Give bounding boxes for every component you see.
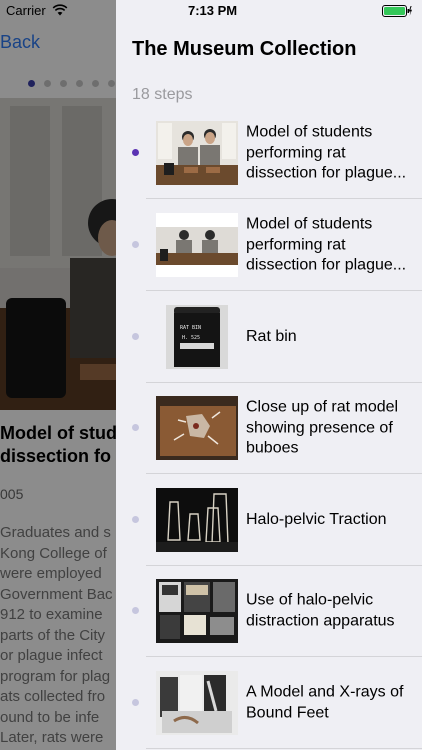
step-label: Use of halo-pelvic distraction apparatus: [246, 591, 395, 630]
step-label: Model of students performing rat dissect…: [246, 123, 407, 182]
panel-title: The Museum Collection: [132, 38, 357, 60]
step-row[interactable]: Model of students performing rat dissect…: [116, 199, 422, 291]
status-time: 7:13 PM: [188, 3, 238, 18]
students-dissection-photo: [156, 121, 238, 185]
step-row[interactable]: RAT BIN H. 525 Rat bin: [116, 291, 422, 383]
svg-text:H. 525: H. 525: [182, 335, 200, 341]
rat-model-photo: [156, 396, 238, 460]
step-row[interactable]: Close up of rat model showing presence o…: [116, 382, 422, 474]
step-bullet: [132, 241, 139, 248]
step-bullet: [132, 424, 139, 431]
step-row[interactable]: A Model and X-rays of Bound Feet: [116, 657, 422, 749]
collection-panel: 7:13 PM The Museum Collection 18 steps M…: [116, 0, 422, 750]
step-bullet: [132, 516, 139, 523]
step-bullet: [132, 607, 139, 614]
halo-traction-photo: [156, 488, 238, 552]
step-row[interactable]: Model of students performing rat dissect…: [116, 107, 422, 199]
rat-bin-photo: RAT BIN H. 525: [156, 305, 238, 369]
current-step-bullet: [132, 149, 139, 156]
step-bullet: [132, 699, 139, 706]
step-label: Halo-pelvic Traction: [246, 510, 387, 528]
step-row[interactable]: Halo-pelvic Traction: [116, 474, 422, 566]
svg-text:RAT BIN: RAT BIN: [180, 325, 201, 331]
step-bullet: [132, 333, 139, 340]
battery-icon: [382, 5, 412, 17]
step-row[interactable]: Use of halo-pelvic distraction apparatus: [116, 565, 422, 657]
step-label: Model of students performing rat dissect…: [246, 215, 407, 274]
halo-display-photo: [156, 579, 238, 643]
step-label: Close up of rat model showing presence o…: [246, 398, 399, 457]
students-dissection-photo: [156, 213, 238, 277]
steps-count: 18 steps: [132, 86, 193, 103]
step-label: Rat bin: [246, 327, 297, 345]
step-label: A Model and X-rays of Bound Feet: [246, 683, 404, 722]
bound-feet-photo: [156, 671, 238, 735]
